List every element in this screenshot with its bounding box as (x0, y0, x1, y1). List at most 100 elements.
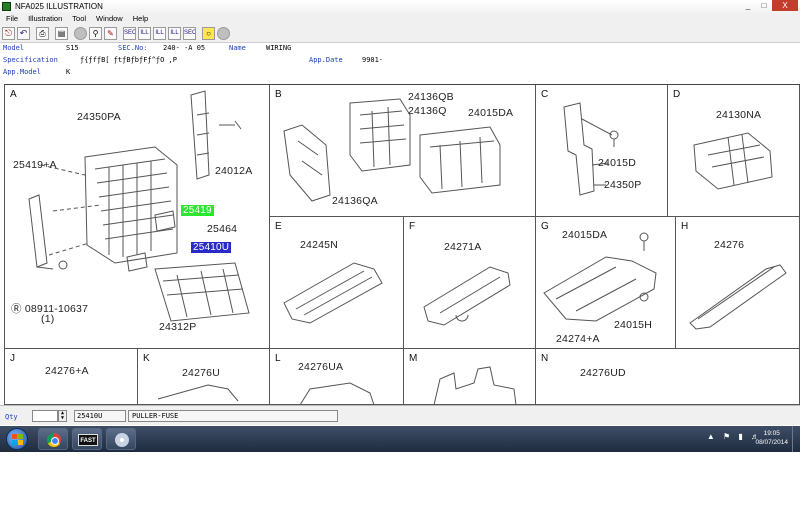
exit-icon[interactable]: ⎋ (2, 26, 15, 40)
appmodel-label: App.Model (3, 68, 41, 76)
taskbar-fast[interactable]: FAST (72, 428, 102, 450)
part-label[interactable]: 25419+A (13, 159, 57, 171)
cell-n[interactable]: N 24276UD (536, 349, 800, 405)
qty-input[interactable] (32, 410, 58, 422)
secno-label: SEC.No: (118, 44, 148, 52)
part-label[interactable]: 24136Q (408, 105, 447, 117)
taskbar: FAST ▲ ⚑ ▮ ♬ 19:05 08/07/2014 (0, 426, 800, 452)
quantity-bar: Qty ▲ ▼ 25410U PULLER-FUSE (0, 405, 800, 425)
part-label-selected[interactable]: 25410U (191, 242, 232, 253)
start-button[interactable] (6, 428, 28, 450)
part-label-highlighted[interactable]: 25419 (181, 205, 214, 216)
windows-logo-icon (12, 434, 23, 445)
part-label[interactable]: 24350PA (77, 111, 121, 123)
name-value: WIRING (266, 44, 292, 52)
taskbar-clock[interactable]: 19:05 08/07/2014 (755, 429, 788, 447)
desktop-screen: NFA025 ILLUSTRATION _ □ X File Illustrat… (0, 0, 800, 452)
cell-l[interactable]: L 24276UA (270, 349, 404, 405)
picture-icon[interactable]: ▤ (55, 26, 68, 40)
close-button[interactable]: X (772, 0, 798, 11)
appdate-label: App.Date (309, 56, 343, 64)
name-label: Name (229, 44, 246, 52)
cell-c[interactable]: C 24015D 24350P (536, 85, 668, 217)
part-label[interactable]: 24350P (604, 179, 641, 191)
model-value: S15 (66, 44, 79, 52)
blank-area (0, 452, 800, 528)
menu-window[interactable]: Window (96, 14, 123, 23)
cell-g[interactable]: G 24015DA 24015H 24274+A (536, 217, 676, 349)
menu-bar: File Illustration Tool Window Help (0, 13, 800, 24)
harness-drawing (157, 384, 239, 402)
qty-stepper[interactable]: ▲ ▼ (58, 410, 67, 422)
cell-b[interactable]: B 24136QB 24136Q 24015DA 24136QA (270, 85, 536, 217)
appmodel-value: K (66, 68, 71, 76)
show-desktop-button[interactable] (792, 426, 800, 452)
part-label[interactable]: 24245N (300, 239, 338, 251)
minimize-button[interactable]: _ (740, 0, 756, 11)
part-label[interactable]: 24276 (714, 239, 744, 251)
cell-d[interactable]: D 24130NA (668, 85, 800, 217)
part-label[interactable]: 24276UD (580, 367, 626, 379)
taskbar-disc[interactable] (106, 428, 136, 450)
menu-illustration[interactable]: Illustration (28, 14, 62, 23)
relay-bracket-drawing (283, 98, 501, 202)
sec-icon[interactable]: SEC (123, 26, 136, 40)
notes-icon[interactable]: ✎ (104, 26, 117, 40)
maximize-button[interactable]: □ (756, 0, 772, 11)
part-label[interactable]: 24015H (614, 319, 652, 331)
bulb-icon[interactable]: ○ (202, 26, 215, 40)
part-label[interactable]: 24271A (444, 241, 481, 253)
harness-drawing (300, 382, 375, 404)
spec-label: Specification (3, 56, 58, 64)
part-label[interactable]: 24015DA (562, 229, 607, 241)
part-label[interactable]: 24136QB (408, 91, 454, 103)
ill-icon[interactable]: ILL (168, 26, 181, 40)
undo-icon[interactable]: ↶ (17, 26, 30, 40)
menu-tool[interactable]: Tool (72, 14, 86, 23)
system-tray[interactable]: ▲ ⚑ ▮ ♬ (707, 432, 762, 441)
part-label[interactable]: 24276+A (45, 365, 89, 377)
appdate-value: 9901- (362, 56, 384, 64)
menu-help[interactable]: Help (133, 14, 148, 23)
cell-h[interactable]: H 24276 (676, 217, 800, 349)
part-label[interactable]: 24136QA (332, 195, 378, 207)
part-label[interactable]: 24312P (159, 321, 196, 333)
protector-drawing (423, 266, 511, 326)
menu-file[interactable]: File (6, 14, 18, 23)
model-label: Model (3, 44, 25, 52)
part-label[interactable]: 24015D (598, 157, 636, 169)
app-icon (2, 2, 11, 11)
sec-icon[interactable]: SEC (183, 26, 196, 40)
clock-date: 08/07/2014 (755, 439, 788, 446)
cell-letter: N (541, 353, 549, 364)
circle-icon[interactable] (217, 26, 230, 40)
part-label[interactable]: 25464 (207, 223, 237, 235)
record-icon[interactable] (74, 26, 87, 40)
cell-e[interactable]: E 24245N (270, 217, 404, 349)
taskbar-chrome[interactable] (38, 428, 68, 450)
illustration-grid: A 24350PA 25419+A 24012A 25419 25464 254… (4, 84, 800, 405)
spec-value: ƒ{ƒfƒB[ ƒtƒBƒbƒFƒ^ƒO ,P (80, 56, 177, 64)
ill-icon[interactable]: ILL (153, 26, 166, 40)
window-controls: _ □ X (740, 0, 798, 11)
ill-icon[interactable]: ILL (138, 26, 151, 40)
chrome-icon (47, 433, 61, 447)
cell-k[interactable]: K 24276U (138, 349, 270, 405)
part-label[interactable]: 24012A (215, 165, 252, 177)
cell-a[interactable]: A 24350PA 25419+A 24012A 25419 25464 254… (4, 85, 270, 349)
connector-drawing (693, 132, 773, 190)
part-label[interactable]: 24274+A (556, 333, 600, 345)
cell-f[interactable]: F 24271A (404, 217, 536, 349)
cell-m[interactable]: M (404, 349, 536, 405)
cell-j[interactable]: J 24276+A (4, 349, 138, 405)
part-label[interactable]: 24130NA (716, 109, 761, 121)
part-label[interactable]: 24015DA (468, 107, 513, 119)
window-title: NFA025 ILLUSTRATION (15, 2, 103, 11)
part-info-panel: Model S15 SEC.No: 240- -A 05 Name WIRING… (0, 43, 800, 79)
zoom-icon[interactable]: ⚲ (89, 26, 102, 40)
selected-part-number: 25410U (74, 410, 126, 422)
harness-protector-drawing (689, 264, 787, 330)
print-icon[interactable]: ⎙ (36, 26, 49, 40)
secno-value: 240- -A 05 (163, 44, 206, 52)
qty-label: Qty (5, 413, 18, 421)
